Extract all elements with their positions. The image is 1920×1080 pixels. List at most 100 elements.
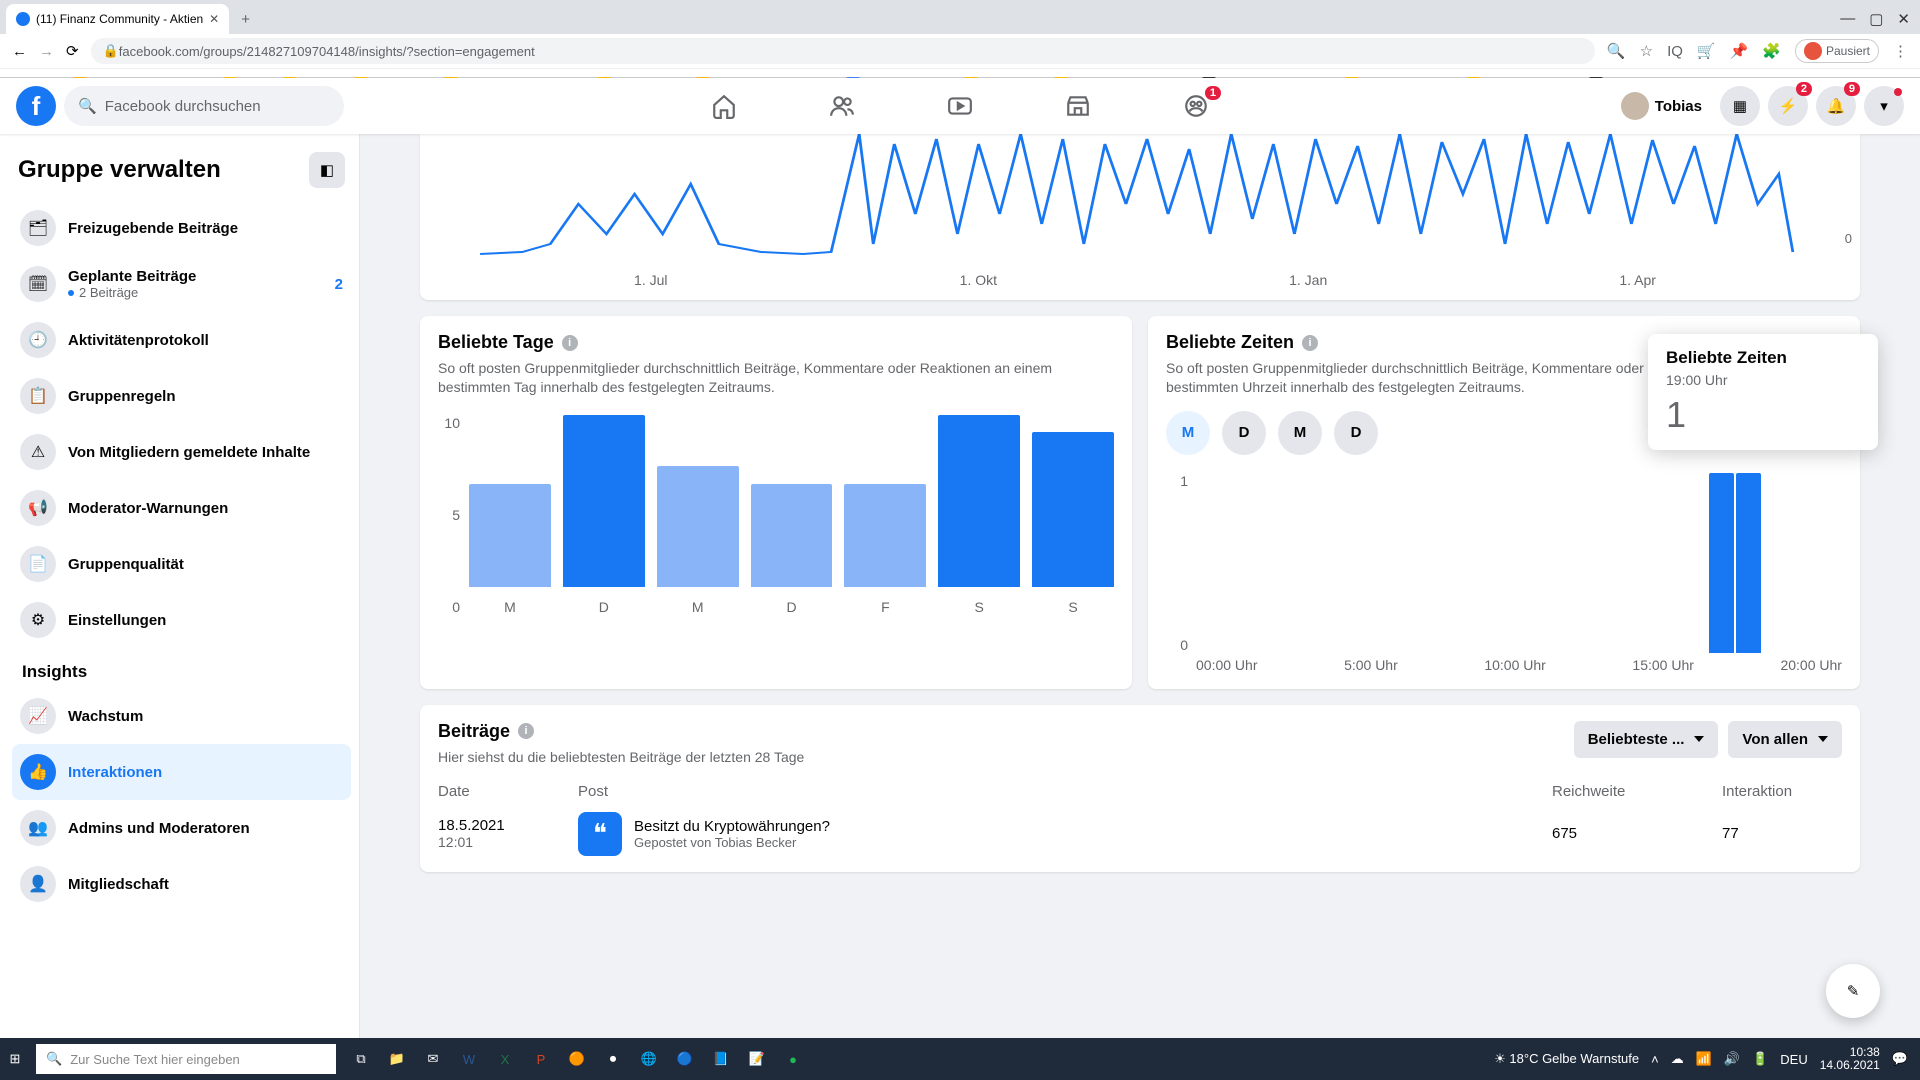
obs-icon[interactable]: ⏺ <box>598 1044 628 1074</box>
bar[interactable] <box>1682 473 1707 653</box>
sidebar-item-reported[interactable]: ⚠Von Mitgliedern gemeldete Inhalte <box>12 424 351 480</box>
bar[interactable] <box>1709 473 1734 653</box>
clock[interactable]: 10:38 14.06.2021 <box>1820 1046 1880 1072</box>
powerpoint-icon[interactable]: P <box>526 1044 556 1074</box>
bar[interactable]: S <box>938 415 1020 615</box>
day-tab[interactable]: M <box>1166 411 1210 455</box>
bar[interactable] <box>1278 473 1303 653</box>
sidebar-item-settings[interactable]: ⚙Einstellungen <box>12 592 351 648</box>
collapse-sidebar-icon[interactable]: ◧ <box>309 152 345 188</box>
day-tab[interactable]: D <box>1222 411 1266 455</box>
ext-icon-2[interactable]: 🛒 <box>1697 42 1716 60</box>
bar[interactable] <box>1493 473 1518 653</box>
sidebar-item-admins[interactable]: 👥Admins und Moderatoren <box>12 800 351 856</box>
sidebar-item-rules[interactable]: 📋Gruppenregeln <box>12 368 351 424</box>
taskbar-search[interactable]: 🔍Zur Suche Text hier eingeben <box>36 1044 336 1074</box>
sidebar-item-membership[interactable]: 👤Mitgliedschaft <box>12 856 351 912</box>
chrome-icon[interactable]: 🌐 <box>634 1044 664 1074</box>
nav-home[interactable] <box>669 82 779 130</box>
new-tab-button[interactable]: + <box>229 5 262 34</box>
app-icon[interactable]: 📘 <box>706 1044 736 1074</box>
bar[interactable] <box>1790 473 1815 653</box>
sidebar-item-interactions[interactable]: 👍Interaktionen <box>12 744 351 800</box>
forward-icon[interactable]: → <box>39 43 54 60</box>
info-icon[interactable]: i <box>518 723 534 739</box>
kebab-icon[interactable]: ⋮ <box>1893 42 1908 60</box>
lang-indicator[interactable]: DEU <box>1780 1052 1807 1067</box>
app-icon[interactable]: 📝 <box>742 1044 772 1074</box>
account-caret-icon[interactable]: ▾ <box>1864 86 1904 126</box>
mail-icon[interactable]: ✉ <box>418 1044 448 1074</box>
bar[interactable]: M <box>469 415 551 615</box>
day-tab[interactable]: D <box>1334 411 1378 455</box>
sort-dropdown[interactable]: Beliebteste ... <box>1574 721 1719 758</box>
bar[interactable] <box>1601 473 1626 653</box>
bar[interactable] <box>1547 473 1572 653</box>
nav-watch[interactable] <box>905 82 1015 130</box>
ext-icon-1[interactable]: IQ <box>1667 43 1683 60</box>
bar[interactable] <box>1359 473 1384 653</box>
explorer-icon[interactable]: 📁 <box>382 1044 412 1074</box>
nav-marketplace[interactable] <box>1023 82 1133 130</box>
tray-chevron-icon[interactable]: ˄ <box>1651 1052 1659 1067</box>
bar[interactable]: F <box>844 415 926 615</box>
bar[interactable] <box>1655 473 1680 653</box>
notification-center-icon[interactable]: 💬 <box>1892 1051 1908 1067</box>
bar[interactable] <box>1574 473 1599 653</box>
bar[interactable] <box>1520 473 1545 653</box>
sidebar-item-scheduled[interactable]: 🗓Geplante Beiträge2 Beiträge2 <box>12 256 351 312</box>
user-chip[interactable]: Tobias <box>1611 88 1712 124</box>
profile-pause[interactable]: Pausiert <box>1795 39 1879 63</box>
bar[interactable] <box>1251 473 1276 653</box>
puzzle-icon[interactable]: 🧩 <box>1762 42 1781 60</box>
close-window-icon[interactable]: ✕ <box>1897 10 1910 28</box>
weather-widget[interactable]: ☀ 18°C Gelbe Warnstufe <box>1494 1051 1639 1067</box>
bar[interactable] <box>1197 473 1222 653</box>
bar[interactable] <box>1440 473 1465 653</box>
bar[interactable]: D <box>751 415 833 615</box>
browser-tab[interactable]: (11) Finanz Community - Aktien ✕ <box>6 4 229 34</box>
sidebar-item-growth[interactable]: 📈Wachstum <box>12 688 351 744</box>
reload-icon[interactable]: ⟳ <box>66 42 79 60</box>
minimize-icon[interactable]: — <box>1840 10 1855 28</box>
nav-groups[interactable]: 1 <box>1141 82 1251 130</box>
bar[interactable] <box>1736 473 1761 653</box>
start-button[interactable]: ⊞ <box>0 1044 30 1074</box>
bar[interactable] <box>1628 473 1653 653</box>
taskview-icon[interactable]: ⧉ <box>346 1044 376 1074</box>
excel-icon[interactable]: X <box>490 1044 520 1074</box>
volume-icon[interactable]: 🔊 <box>1724 1051 1740 1067</box>
bar[interactable]: S <box>1032 415 1114 615</box>
day-tab[interactable]: M <box>1278 411 1322 455</box>
bar[interactable]: M <box>657 415 739 615</box>
wifi-icon[interactable]: 📶 <box>1696 1051 1712 1067</box>
bar[interactable] <box>1763 473 1788 653</box>
bar[interactable] <box>1332 473 1357 653</box>
bar[interactable] <box>1467 473 1492 653</box>
filter-dropdown[interactable]: Von allen <box>1728 721 1842 758</box>
sidebar-item-quality[interactable]: 📄Gruppenqualität <box>12 536 351 592</box>
info-icon[interactable]: i <box>562 335 578 351</box>
nav-friends[interactable] <box>787 82 897 130</box>
bar[interactable] <box>1305 473 1330 653</box>
battery-icon[interactable]: 🔋 <box>1752 1051 1768 1067</box>
compose-fab[interactable]: ✎ <box>1826 964 1880 1018</box>
spotify-icon[interactable]: ● <box>778 1044 808 1074</box>
word-icon[interactable]: W <box>454 1044 484 1074</box>
ext-icon-3[interactable]: 📌 <box>1730 42 1749 60</box>
search-input[interactable]: 🔍 Facebook durchsuchen <box>64 86 344 126</box>
bar[interactable] <box>1386 473 1411 653</box>
bar[interactable]: D <box>563 415 645 615</box>
app-icon[interactable]: 🟠 <box>562 1044 592 1074</box>
zoom-icon[interactable]: 🔍 <box>1607 42 1626 60</box>
maximize-icon[interactable]: ▢ <box>1869 10 1883 28</box>
sidebar-item-modalerts[interactable]: 📢Moderator-Warnungen <box>12 480 351 536</box>
menu-grid-icon[interactable]: ▦ <box>1720 86 1760 126</box>
back-icon[interactable]: ← <box>12 43 27 60</box>
star-icon[interactable]: ☆ <box>1640 42 1653 60</box>
url-field[interactable]: 🔒 facebook.com/groups/214827109704148/in… <box>91 38 1595 64</box>
bar[interactable] <box>1413 473 1438 653</box>
edge-icon[interactable]: 🔵 <box>670 1044 700 1074</box>
notifications-icon[interactable]: 🔔9 <box>1816 86 1856 126</box>
bar[interactable] <box>1817 473 1842 653</box>
